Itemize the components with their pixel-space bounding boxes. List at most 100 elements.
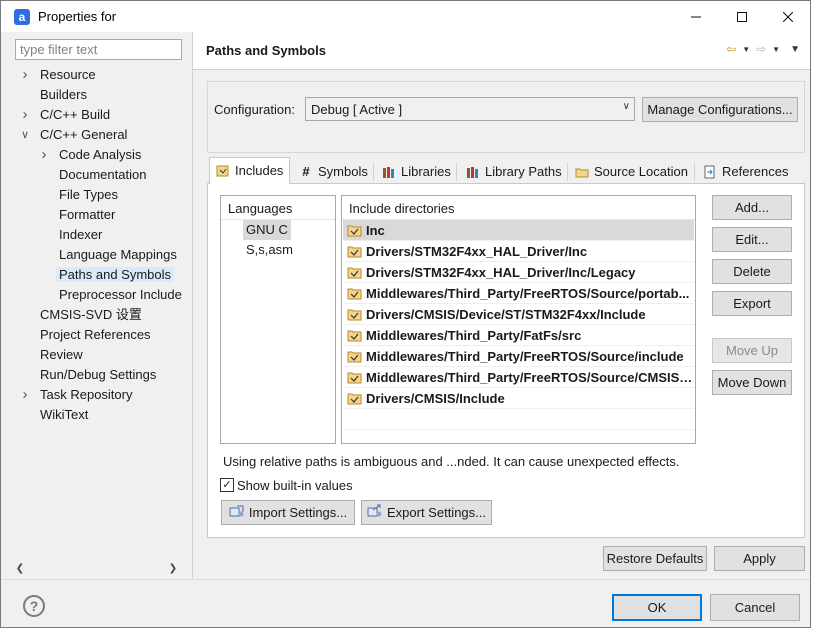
show-builtin-label: Show built-in values	[237, 478, 353, 493]
close-icon	[783, 11, 793, 22]
minimize-icon	[691, 16, 701, 17]
page-title: Paths and Symbols	[206, 43, 326, 58]
sidebar-item-label: File Types	[59, 187, 119, 202]
tab-references[interactable]: References	[696, 159, 795, 183]
tab-libraries[interactable]: Libraries	[375, 159, 458, 183]
include-directories-header: Include directories	[349, 201, 455, 216]
add-button[interactable]: Add...	[712, 195, 792, 220]
sidebar-item[interactable]: Builders	[37, 85, 90, 105]
help-icon[interactable]: ?	[23, 595, 45, 617]
sidebar-item[interactable]: Project References	[37, 325, 154, 345]
sidebar-item[interactable]: › Resource	[23, 65, 99, 85]
include-directory-row[interactable]: Drivers/STM32F4xx_HAL_Driver/Inc	[343, 241, 694, 262]
minimize-button[interactable]	[673, 1, 719, 32]
tab-includes[interactable]: Includes	[209, 157, 291, 184]
languages-header: Languages	[228, 201, 293, 216]
delete-button[interactable]: Delete	[712, 259, 792, 284]
include-directory-path: Middlewares/Third_Party/FreeRTOS/Source/…	[366, 285, 690, 301]
include-folder-icon	[347, 393, 362, 405]
tab-includes-label: Includes	[235, 163, 284, 178]
sidebar-item[interactable]: › C/C++ Build	[23, 105, 113, 125]
sidebar-item-label: Formatter	[59, 207, 116, 222]
back-arrow-icon[interactable]: ⇦	[726, 42, 736, 56]
chevron-right-icon[interactable]: ›	[20, 65, 30, 85]
include-folder-icon	[347, 246, 362, 258]
sidebar-item[interactable]: Run/Debug Settings	[37, 365, 159, 385]
sidebar-item[interactable]: Paths and Symbols	[56, 265, 175, 285]
sidebar-item[interactable]: Preprocessor Include	[56, 285, 185, 305]
filter-input[interactable]: type filter text	[15, 39, 182, 60]
maximize-button[interactable]	[719, 1, 765, 32]
tab-symbols[interactable]: # Symbols	[292, 159, 375, 183]
sidebar-item[interactable]: CMSIS-SVD 设置	[37, 305, 145, 325]
sash-divider[interactable]	[192, 32, 193, 579]
sidebar-item[interactable]: Formatter	[56, 205, 118, 225]
includes-folder-icon	[216, 164, 230, 178]
history-nav: ⇦ ▼ ⇨ ▼ ▼	[726, 42, 800, 56]
sidebar-item-label: Builders	[40, 87, 87, 102]
include-directory-row[interactable]: Drivers/CMSIS/Include	[343, 388, 694, 409]
tab-source-location-label: Source Location	[594, 163, 688, 179]
export-button[interactable]: Export	[712, 291, 792, 316]
manage-configurations-button[interactable]: Manage Configurations...	[642, 97, 798, 122]
configuration-select[interactable]: Debug [ Active ] ∨	[305, 97, 635, 121]
include-directory-path: Drivers/STM32F4xx_HAL_Driver/Inc	[366, 243, 588, 259]
include-folder-icon	[347, 267, 362, 279]
sidebar-item[interactable]: WikiText	[37, 405, 91, 425]
sidebar-item[interactable]: Indexer	[56, 225, 105, 245]
sidebar-item[interactable]: › Code Analysis	[42, 145, 144, 165]
scroll-left-icon[interactable]: ❮	[13, 561, 27, 576]
tree-horizontal-scrollbar[interactable]: ❮ ❯	[11, 561, 192, 576]
window-title: Properties for	[38, 9, 117, 24]
tab-library-paths[interactable]: Library Paths	[459, 159, 569, 183]
include-folder-icon	[347, 225, 362, 237]
view-menu-icon[interactable]: ▼	[790, 44, 800, 55]
language-item-gnu-c[interactable]: GNU C	[243, 220, 291, 240]
sidebar-item[interactable]: Review	[37, 345, 86, 365]
configuration-label: Configuration:	[214, 102, 295, 117]
restore-defaults-button[interactable]: Restore Defaults	[603, 546, 707, 571]
close-button[interactable]	[765, 1, 811, 32]
ok-button[interactable]: OK	[612, 594, 702, 621]
sidebar-item[interactable]: ∨ C/C++ General	[21, 125, 130, 145]
sidebar-item-label: Preprocessor Include	[59, 287, 182, 302]
hash-icon: #	[302, 163, 310, 179]
sidebar-item[interactable]: Documentation	[56, 165, 149, 185]
language-item-asm[interactable]: S,s,asm	[243, 240, 296, 260]
chevron-down-icon[interactable]: ∨	[20, 125, 30, 145]
include-directory-row[interactable]: Inc	[343, 220, 694, 241]
scroll-right-icon[interactable]: ❯	[166, 561, 180, 576]
back-menu-chevron-icon[interactable]: ▼	[742, 45, 750, 54]
chevron-right-icon[interactable]: ›	[20, 105, 30, 125]
sidebar-item[interactable]: File Types	[56, 185, 121, 205]
tab-libraries-label: Libraries	[401, 163, 451, 179]
library-books-icon	[382, 165, 396, 179]
include-folder-icon	[347, 288, 362, 300]
apply-button[interactable]: Apply	[714, 546, 805, 571]
show-builtin-checkbox[interactable]: ✓	[220, 478, 234, 492]
include-directory-path: Drivers/CMSIS/Device/ST/STM32F4xx/Includ…	[366, 306, 646, 322]
edit-button[interactable]: Edit...	[712, 227, 792, 252]
cancel-button[interactable]: Cancel	[710, 594, 800, 621]
include-directory-row[interactable]: Middlewares/Third_Party/FreeRTOS/Source/…	[343, 367, 694, 388]
move-up-button[interactable]: Move Up	[712, 338, 792, 363]
import-settings-icon	[229, 504, 245, 521]
footer-divider	[1, 579, 810, 580]
tab-source-location[interactable]: Source Location	[568, 159, 695, 183]
chevron-right-icon[interactable]: ›	[20, 385, 30, 405]
include-directory-row[interactable]: Middlewares/Third_Party/FreeRTOS/Source/…	[343, 283, 694, 304]
sidebar-item[interactable]: › Task Repository	[23, 385, 135, 405]
move-down-button[interactable]: Move Down	[712, 370, 792, 395]
sidebar-item[interactable]: Language Mappings	[56, 245, 180, 265]
forward-arrow-icon[interactable]: ⇨	[756, 42, 766, 56]
include-directory-row[interactable]: Drivers/CMSIS/Device/ST/STM32F4xx/Includ…	[343, 304, 694, 325]
tab-divider	[373, 163, 374, 181]
forward-menu-chevron-icon[interactable]: ▼	[772, 45, 780, 54]
include-directory-row[interactable]: Drivers/STM32F4xx_HAL_Driver/Inc/Legacy	[343, 262, 694, 283]
import-settings-button[interactable]: Import Settings...	[221, 500, 355, 525]
import-settings-label: Import Settings...	[248, 505, 348, 520]
chevron-right-icon[interactable]: ›	[39, 145, 49, 165]
include-directory-row[interactable]: Middlewares/Third_Party/FatFs/src	[343, 325, 694, 346]
include-directory-row[interactable]: Middlewares/Third_Party/FreeRTOS/Source/…	[343, 346, 694, 367]
export-settings-button[interactable]: Export Settings...	[361, 500, 492, 525]
